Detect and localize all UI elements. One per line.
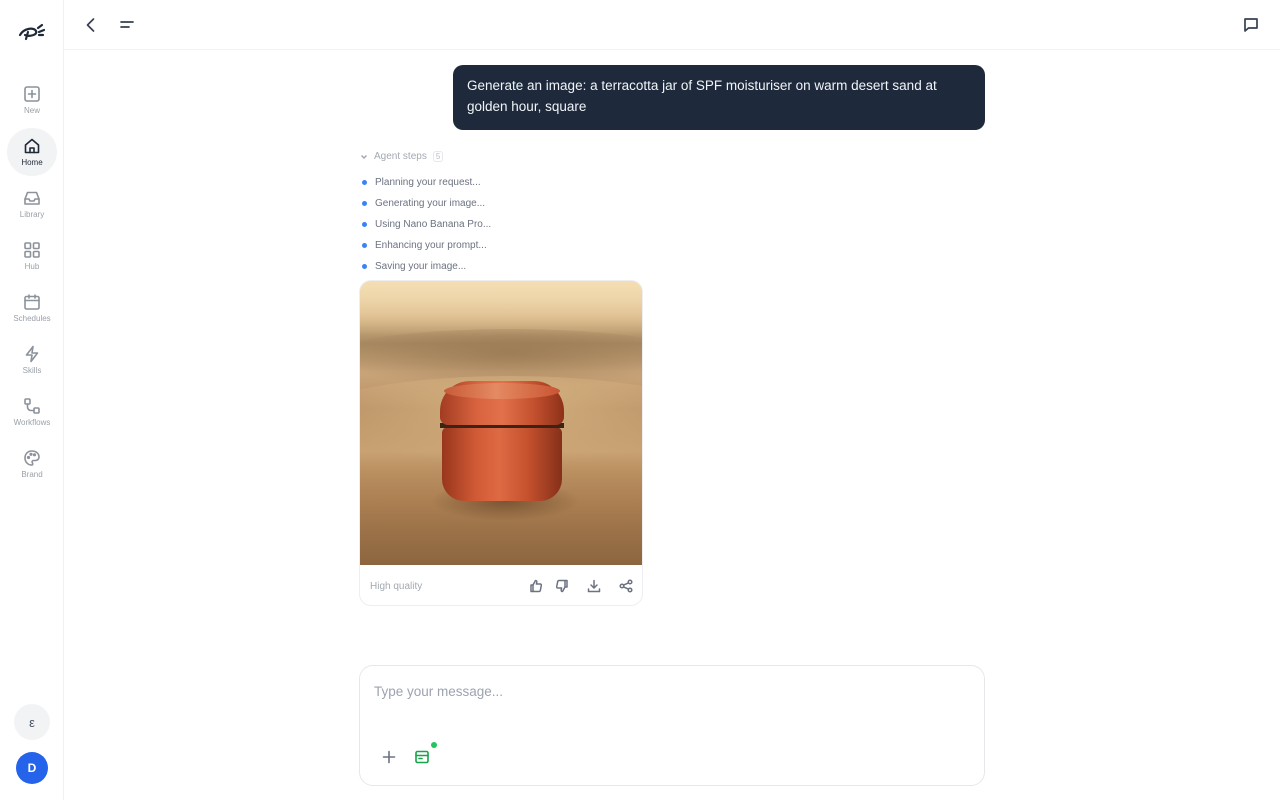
- chat-bubble-icon[interactable]: [1240, 14, 1262, 36]
- thumbs-down-icon[interactable]: [554, 578, 570, 594]
- agent-step-label: Planning your request...: [375, 177, 481, 188]
- sidebar-item-workflows[interactable]: Workflows: [7, 388, 57, 436]
- step-dot-icon: [362, 243, 367, 248]
- quality-label: High quality: [370, 580, 423, 592]
- sidebar-item-schedules[interactable]: Schedules: [7, 284, 57, 332]
- sidebar-item-skills[interactable]: Skills: [7, 336, 57, 384]
- sidebar-item-hub[interactable]: Hub: [7, 232, 57, 280]
- sidebar-item-home[interactable]: Home: [7, 128, 57, 176]
- agent-step: Generating your image...: [362, 193, 491, 214]
- jar-illustration: [440, 381, 564, 503]
- thumbs-up-icon[interactable]: [528, 578, 544, 594]
- agent-steps-list: Planning your request... Generating your…: [362, 172, 491, 277]
- plus-icon: [382, 750, 396, 764]
- step-dot-icon: [362, 264, 367, 269]
- agent-step: Saving your image...: [362, 256, 491, 277]
- sidebar-item-label: New: [23, 106, 40, 115]
- sidebar-item-brand[interactable]: Brand: [7, 440, 57, 488]
- image-card-footer: High quality: [360, 565, 642, 605]
- home-icon: [24, 138, 40, 154]
- agent-steps-title: Agent steps: [374, 151, 427, 162]
- agent-step: Planning your request...: [362, 172, 491, 193]
- chevron-down-icon: [360, 154, 368, 159]
- message-input[interactable]: [374, 684, 970, 724]
- user-message-bubble: Generate an image: a terracotta jar of S…: [453, 65, 985, 130]
- brand-logo-icon[interactable]: [17, 20, 47, 44]
- generated-image-card: High quality: [359, 280, 643, 606]
- lightning-icon: [25, 345, 39, 363]
- inbox-icon: [24, 191, 40, 205]
- sidebar-nav: New Home Library Hub Schedules Skills Wo…: [0, 76, 64, 492]
- sidebar-item-label: Library: [19, 210, 45, 219]
- workflow-icon: [24, 398, 40, 414]
- sidebar-item-label: Workflows: [13, 418, 51, 427]
- message-composer: [359, 665, 985, 786]
- grid-icon: [24, 242, 40, 258]
- step-dot-icon: [362, 180, 367, 185]
- topbar: [64, 0, 1280, 50]
- generated-image[interactable]: [360, 281, 642, 565]
- sidebar-item-label: Skills: [22, 366, 42, 375]
- agent-steps-toggle[interactable]: Agent steps 5: [360, 151, 444, 162]
- menu-lines-icon[interactable]: [116, 14, 138, 36]
- sidebar-item-label: Schedules: [13, 314, 51, 323]
- plus-square-icon: [24, 86, 40, 102]
- language-button[interactable]: ε: [14, 704, 50, 740]
- agent-steps-count: 5: [432, 151, 444, 162]
- store-icon: [415, 750, 429, 764]
- avatar[interactable]: D: [16, 752, 48, 784]
- agent-step: Using Nano Banana Pro...: [362, 214, 491, 235]
- step-dot-icon: [362, 201, 367, 206]
- sidebar: New Home Library Hub Schedules Skills Wo…: [0, 0, 64, 800]
- store-tool-button[interactable]: [411, 746, 433, 768]
- sidebar-item-new[interactable]: New: [7, 76, 57, 124]
- add-attachment-button[interactable]: [378, 746, 400, 768]
- sidebar-item-label: Brand: [21, 470, 43, 479]
- status-dot: [431, 742, 437, 748]
- step-dot-icon: [362, 222, 367, 227]
- sidebar-item-label: Home: [21, 158, 43, 167]
- sidebar-item-label: Hub: [24, 262, 40, 271]
- palette-icon: [24, 450, 40, 466]
- download-icon[interactable]: [586, 578, 602, 594]
- agent-step: Enhancing your prompt...: [362, 235, 491, 256]
- back-chevron-icon[interactable]: [80, 14, 102, 36]
- share-icon[interactable]: [618, 578, 634, 594]
- agent-step-label: Using Nano Banana Pro...: [375, 219, 492, 230]
- sidebar-item-library[interactable]: Library: [7, 180, 57, 228]
- agent-step-label: Generating your image...: [375, 198, 486, 209]
- calendar-icon: [24, 294, 40, 310]
- agent-step-label: Saving your image...: [375, 261, 467, 272]
- agent-step-label: Enhancing your prompt...: [375, 240, 487, 251]
